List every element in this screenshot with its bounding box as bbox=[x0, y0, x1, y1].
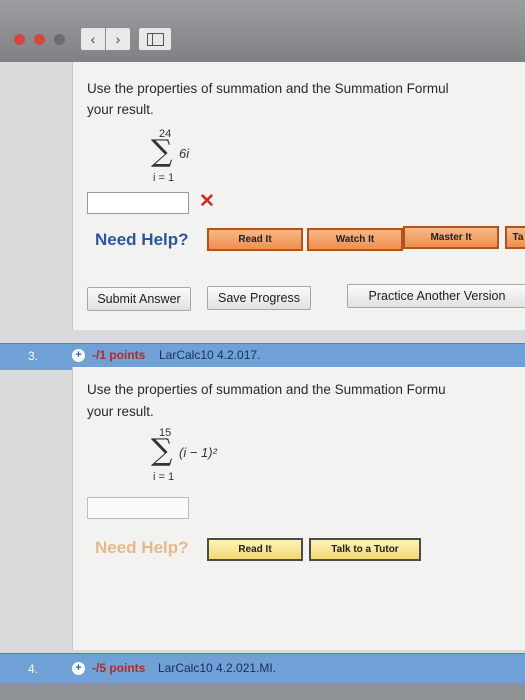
sum-expression: 6i bbox=[179, 146, 190, 161]
question-2-panel: Use the properties of summation and the … bbox=[72, 62, 525, 330]
question-number: 3. bbox=[28, 349, 39, 363]
close-window-icon[interactable] bbox=[14, 34, 25, 45]
sidebar-icon bbox=[147, 33, 164, 46]
expand-plus-icon[interactable]: + bbox=[72, 349, 85, 362]
watch-it-button[interactable]: Watch It bbox=[307, 228, 403, 251]
need-help-label: Need Help? bbox=[95, 538, 189, 557]
forward-button[interactable]: › bbox=[105, 27, 131, 51]
read-it-button[interactable]: Read It bbox=[207, 228, 303, 251]
talk-to-tutor-button[interactable]: Ta bbox=[505, 226, 525, 249]
question-2-answer-input[interactable] bbox=[87, 192, 189, 214]
page-lower-area bbox=[0, 683, 525, 700]
window-titlebar: ‹ › bbox=[0, 0, 525, 62]
incorrect-icon: ✕ bbox=[199, 191, 215, 212]
read-it-button[interactable]: Read It bbox=[207, 538, 303, 561]
need-help-label: Need Help? bbox=[95, 230, 189, 249]
question-3-prompt-line2: your result. bbox=[87, 404, 154, 419]
question-4-header: 4. + -/5 points LarCalc10 4.2.021.MI. bbox=[0, 653, 525, 684]
question-code[interactable]: LarCalc10 4.2.021.MI. bbox=[158, 661, 276, 675]
question-2-summation: 24 ∑ 6i i = 1 bbox=[149, 128, 269, 192]
sum-lower-limit: i = 1 bbox=[153, 172, 175, 184]
back-button[interactable]: ‹ bbox=[80, 27, 106, 51]
question-3-panel: Use the properties of summation and the … bbox=[72, 367, 525, 650]
save-progress-button[interactable]: Save Progress bbox=[207, 286, 311, 310]
zoom-window-icon[interactable] bbox=[54, 34, 65, 45]
practice-another-version-button[interactable]: Practice Another Version bbox=[347, 284, 525, 308]
question-3-header: 3. + -/1 points LarCalc10 4.2.017. bbox=[0, 343, 525, 370]
question-2-prompt-line2: your result. bbox=[87, 102, 154, 117]
question-2-prompt: Use the properties of summation and the … bbox=[87, 81, 449, 96]
submit-answer-button[interactable]: Submit Answer bbox=[87, 287, 191, 311]
question-3-summation: 15 ∑ (i − 1)² i = 1 bbox=[149, 427, 269, 491]
minimize-window-icon[interactable] bbox=[34, 34, 45, 45]
question-number: 4. bbox=[28, 662, 39, 676]
sigma-icon: ∑ bbox=[151, 433, 173, 468]
sidebar-toggle-button[interactable] bbox=[138, 27, 172, 51]
page-content: Use the properties of summation and the … bbox=[0, 62, 525, 700]
question-code[interactable]: LarCalc10 4.2.017. bbox=[159, 348, 260, 362]
expand-plus-icon[interactable]: + bbox=[72, 662, 85, 675]
points-label: -/1 points bbox=[92, 348, 146, 362]
sigma-icon: ∑ bbox=[151, 134, 173, 169]
question-3-answer-input[interactable] bbox=[87, 497, 189, 519]
points-label: -/5 points bbox=[92, 661, 146, 675]
talk-to-tutor-button[interactable]: Talk to a Tutor bbox=[309, 538, 421, 561]
sum-lower-limit: i = 1 bbox=[153, 471, 175, 483]
master-it-button[interactable]: Master It bbox=[403, 226, 499, 249]
question-3-prompt: Use the properties of summation and the … bbox=[87, 382, 446, 397]
sum-expression: (i − 1)² bbox=[179, 445, 217, 460]
